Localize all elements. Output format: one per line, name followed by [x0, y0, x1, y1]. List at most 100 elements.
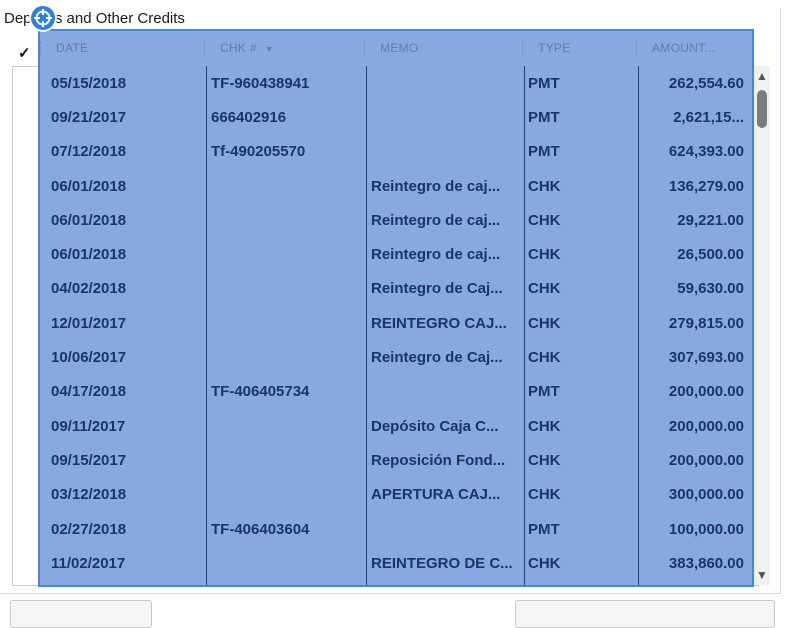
- cell-type: CHK: [528, 554, 561, 572]
- column-header-date[interactable]: DATE: [40, 31, 204, 65]
- cell-type: CHK: [528, 349, 561, 367]
- cell-chk: Tf-490205570: [211, 143, 306, 161]
- table-row[interactable]: 06/01/2018 Reintegro de caj... CHK 136,279.…: [40, 169, 752, 203]
- table-body: 05/15/2018 TF-960438941 PMT 262,554.60 09/21…: [40, 66, 752, 585]
- cell-date: 09/11/2017: [51, 417, 126, 435]
- cell-type: CHK: [528, 486, 561, 504]
- cell-date: 02/27/2018: [51, 520, 127, 538]
- cell-memo: [366, 135, 524, 169]
- column-header-label: MEMO: [380, 41, 419, 55]
- column-header-label: CHK #: [220, 41, 257, 55]
- cell-memo: Reintegro de Caj...: [371, 349, 503, 367]
- bottom-right-button[interactable]: [515, 600, 775, 628]
- cell-amount: 200,000.00: [668, 417, 744, 435]
- table-row[interactable]: 07/12/2018 Tf-490205570 PMT 624,393.00: [40, 135, 752, 169]
- column-resize-handle[interactable]: [522, 42, 525, 56]
- cell-type: CHK: [528, 177, 561, 195]
- cell-chk: TF-406405734: [211, 383, 310, 401]
- column-resize-handle[interactable]: [636, 42, 639, 56]
- cell-amount: 29,221.00: [677, 211, 744, 229]
- cell-date: 03/12/2018: [51, 486, 127, 504]
- cell-memo: Reposición Fond...: [371, 451, 506, 469]
- cell-memo: [366, 100, 524, 134]
- table-row[interactable]: 09/21/2017 666402916 PMT 2,621,15...: [40, 100, 752, 134]
- column-header-label: TYPE: [538, 41, 571, 55]
- cell-chk: [206, 238, 366, 272]
- cell-memo: APERTURA CAJ...: [371, 486, 501, 504]
- cell-type: PMT: [528, 383, 560, 401]
- table-row[interactable]: 11/02/2017 REINTEGRO DE C... CHK 383,860.00: [40, 546, 752, 580]
- scroll-thumb[interactable]: [757, 90, 767, 128]
- column-header-label: DATE: [56, 41, 89, 55]
- cell-type: CHK: [528, 417, 561, 435]
- cell-memo: [366, 66, 524, 100]
- cell-date: 09/21/2017: [51, 108, 127, 126]
- cell-date: 05/15/2018: [51, 74, 127, 92]
- cell-amount: 59,630.00: [677, 280, 744, 298]
- cell-chk: [206, 306, 366, 340]
- cell-type: CHK: [528, 451, 561, 469]
- cell-memo: [366, 375, 524, 409]
- column-header-chk[interactable]: CHK # ▼: [204, 31, 364, 65]
- cell-amount: 200,000.00: [668, 451, 744, 469]
- cell-chk: [206, 272, 366, 306]
- cell-amount: 624,393.00: [668, 143, 744, 161]
- cell-chk: TF-406403604: [211, 520, 310, 538]
- vertical-scrollbar[interactable]: ▲ ▼: [754, 66, 770, 585]
- table-row[interactable]: 05/15/2018 TF-960438941 PMT 262,554.60: [40, 66, 752, 100]
- cell-amount: 307,693.00: [668, 349, 744, 367]
- cell-amount: 2,621,15...: [673, 108, 744, 126]
- cell-date: 06/01/2018: [51, 177, 127, 195]
- table-header: DATE CHK # ▼ MEMO TYPE AMOUNT...: [40, 31, 752, 65]
- cell-type: PMT: [528, 143, 560, 161]
- cell-date: 11/02/2017: [51, 554, 126, 572]
- table-row[interactable]: 09/15/2017 Reposición Fond... CHK 200,000.0…: [40, 443, 752, 477]
- cell-type: PMT: [528, 520, 560, 538]
- cell-date: 06/01/2018: [51, 246, 127, 264]
- table-row[interactable]: 02/27/2018 TF-406403604 PMT 100,000.00: [40, 512, 752, 546]
- cell-date: 06/01/2018: [51, 211, 127, 229]
- column-resize-handle[interactable]: [40, 42, 43, 56]
- table-row[interactable]: 06/01/2018 Reintegro de caj... CHK 26,500.0…: [40, 238, 752, 272]
- cell-chk: [206, 409, 366, 443]
- cell-amount: 100,000.00: [668, 520, 744, 538]
- scroll-down-icon[interactable]: ▼: [754, 567, 770, 583]
- cell-date: 10/06/2017: [51, 349, 127, 367]
- cell-date: 07/12/2018: [51, 143, 127, 161]
- table-row[interactable]: 09/11/2017 Depósito Caja C... CHK 200,000.0…: [40, 409, 752, 443]
- check-column-header[interactable]: ✓: [18, 44, 31, 62]
- cell-date: 12/01/2017: [51, 314, 127, 332]
- column-header-memo[interactable]: MEMO: [364, 31, 522, 65]
- table-row[interactable]: 12/01/2017 REINTEGRO CAJ... CHK 279,815.00: [40, 306, 752, 340]
- cell-memo: REINTEGRO CAJ...: [371, 314, 507, 332]
- cell-chk: [206, 203, 366, 237]
- column-header-amount[interactable]: AMOUNT...: [636, 31, 752, 65]
- column-header-type[interactable]: TYPE: [522, 31, 636, 65]
- cell-date: 04/02/2018: [51, 280, 127, 298]
- cell-amount: 383,860.00: [668, 554, 744, 572]
- table-row[interactable]: 03/12/2018 APERTURA CAJ... CHK 300,000.00: [40, 478, 752, 512]
- cell-memo: REINTEGRO DE C...: [371, 554, 513, 572]
- crosshair-target-icon: [31, 6, 55, 30]
- sort-down-icon[interactable]: ▼: [265, 44, 274, 54]
- cell-memo: Depósito Caja C...: [371, 417, 499, 435]
- cell-chk: TF-960438941: [211, 74, 310, 92]
- cell-type: CHK: [528, 314, 561, 332]
- cell-chk: [206, 340, 366, 374]
- cell-memo: [366, 512, 524, 546]
- table-row[interactable]: 06/01/2018 Reintegro de caj... CHK 29,221.0…: [40, 203, 752, 237]
- cell-memo: Reintegro de caj...: [371, 177, 501, 195]
- cell-amount: 136,279.00: [668, 177, 744, 195]
- table-row[interactable]: 04/02/2018 Reintegro de Caj... CHK 59,630.0…: [40, 272, 752, 306]
- bottom-left-button[interactable]: [10, 600, 152, 628]
- column-resize-handle[interactable]: [204, 42, 207, 56]
- cell-memo: Reintegro de Caj...: [371, 280, 503, 298]
- cell-chk: [206, 478, 366, 512]
- table-row[interactable]: 10/06/2017 Reintegro de Caj... CHK 307,693.…: [40, 340, 752, 374]
- column-resize-handle[interactable]: [364, 42, 367, 56]
- table-row[interactable]: 04/17/2018 TF-406405734 PMT 200,000.00: [40, 375, 752, 409]
- cell-type: CHK: [528, 211, 561, 229]
- scroll-up-icon[interactable]: ▲: [754, 68, 770, 84]
- cell-type: CHK: [528, 280, 561, 298]
- cell-date: 04/17/2018: [51, 383, 127, 401]
